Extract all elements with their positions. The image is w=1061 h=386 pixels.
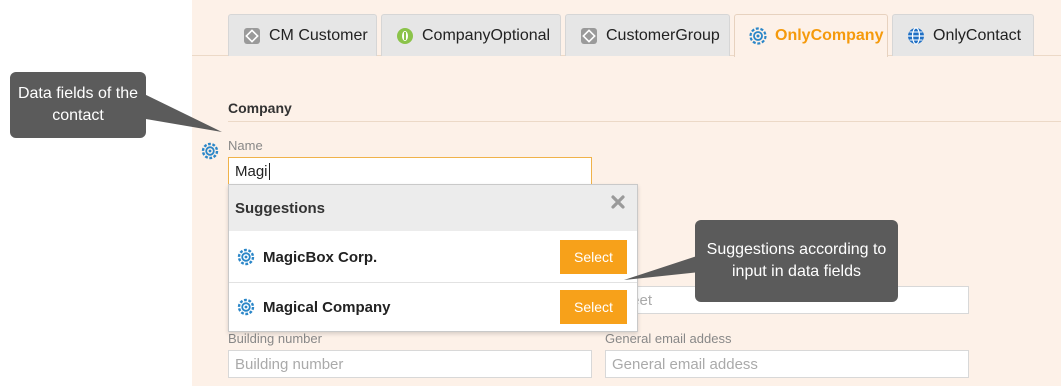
callout-suggestions: Suggestions according to input in data f… (695, 220, 898, 302)
left-callout-pointer (140, 92, 222, 132)
callout-text: Data fields of the contact (17, 85, 139, 124)
callout-data-fields: Data fields of the contact (10, 72, 146, 138)
callout-text: Suggestions according to input in data f… (706, 241, 887, 280)
right-callout-pointer (624, 255, 700, 280)
callout-pointers (140, 92, 700, 280)
